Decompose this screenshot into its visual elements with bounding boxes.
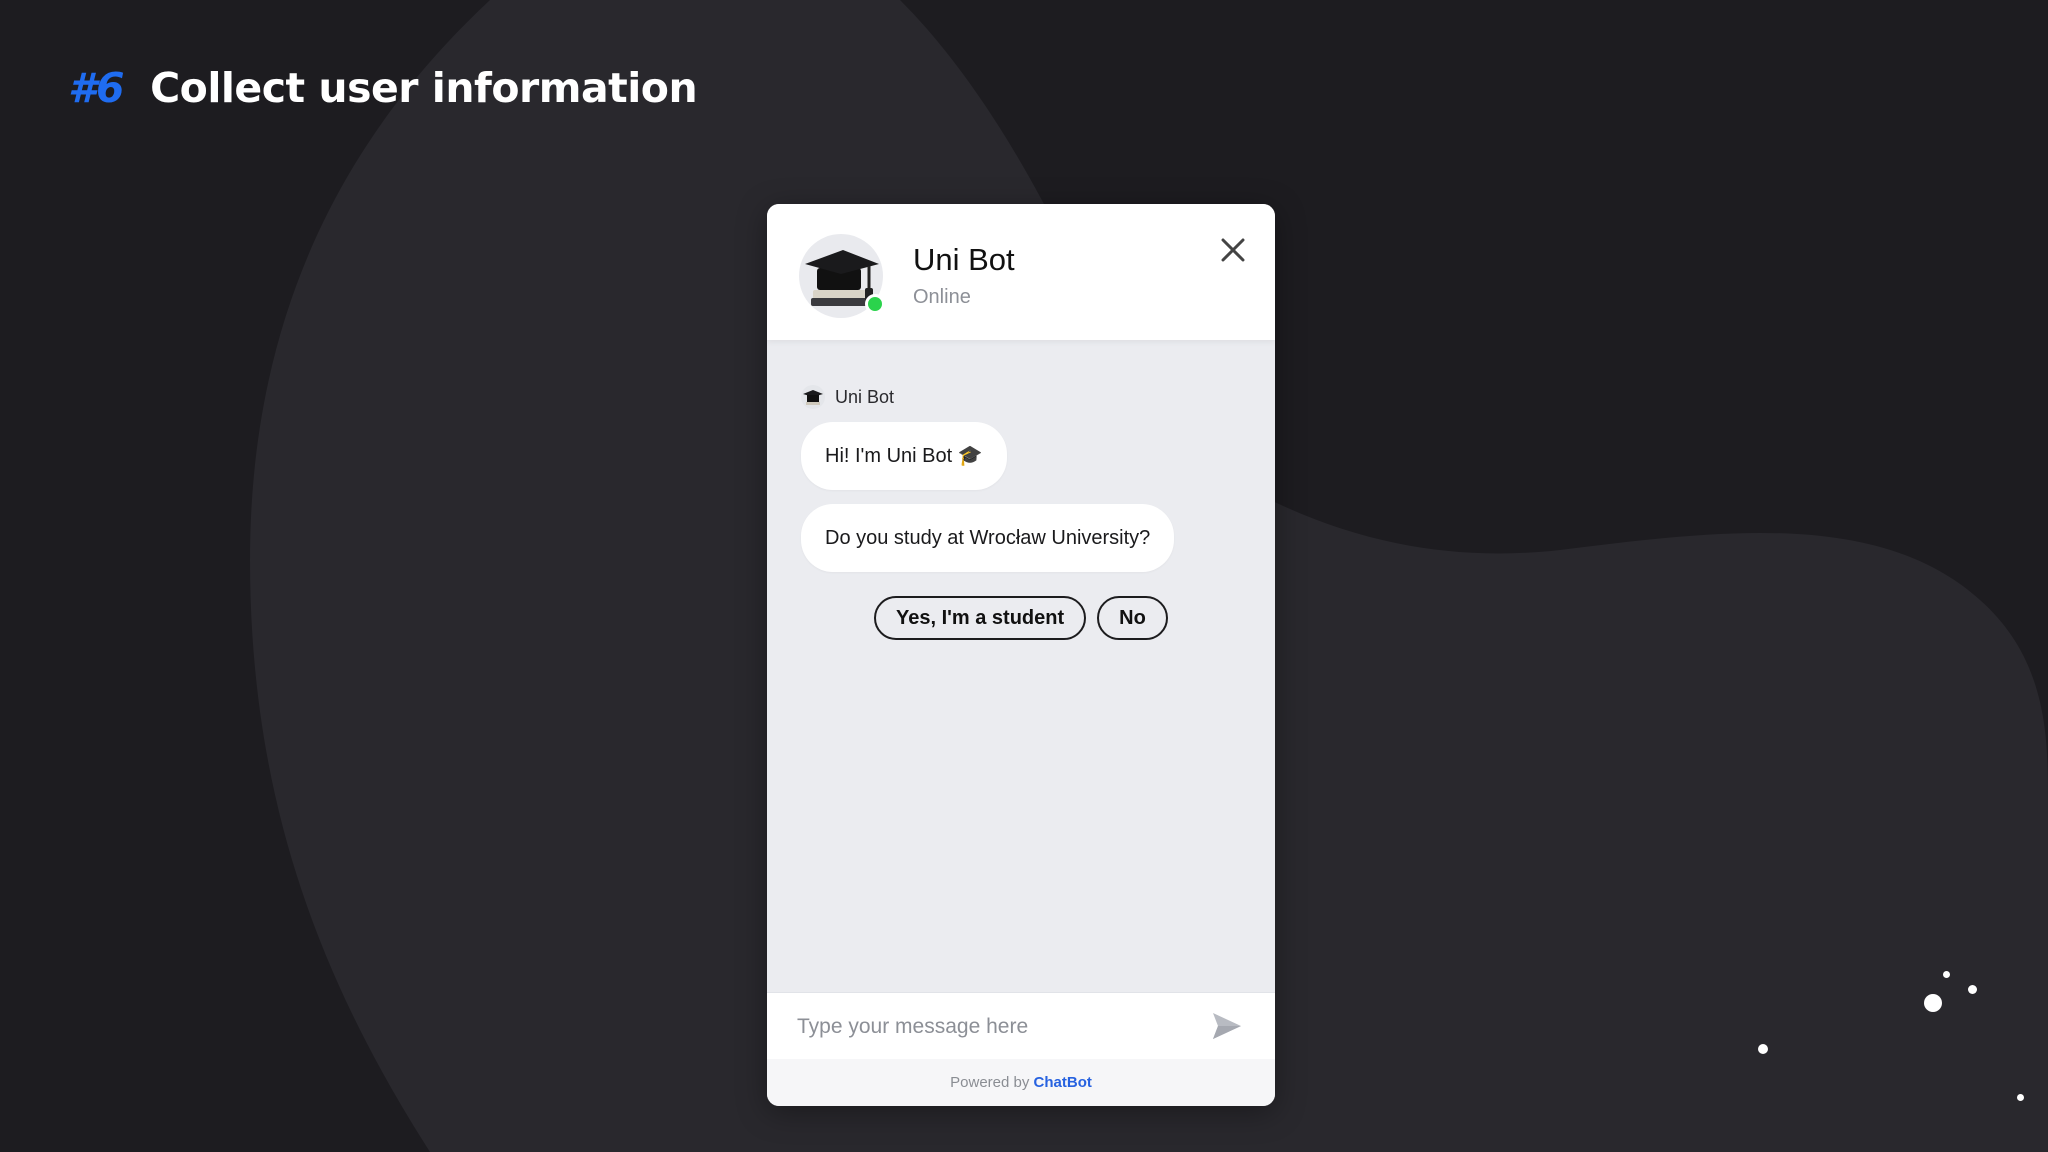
graduation-cap-small-icon xyxy=(803,390,823,405)
chat-header: Uni Bot Online xyxy=(767,204,1275,340)
sender-avatar xyxy=(801,385,825,409)
footer-brand-link[interactable]: ChatBot xyxy=(1034,1074,1092,1091)
sender-name: Uni Bot xyxy=(835,386,895,407)
slide-number: #6 xyxy=(68,64,125,112)
footer-prefix: Powered by xyxy=(950,1074,1030,1091)
decorative-dot xyxy=(2017,1094,2024,1101)
quick-replies: Yes, I'm a student No xyxy=(874,596,1168,640)
slide-title-text: Collect user information xyxy=(150,64,698,112)
quick-reply-yes-button[interactable]: Yes, I'm a student xyxy=(874,596,1087,640)
bot-message: Hi! I'm Uni Bot 🎓 xyxy=(801,422,1007,490)
decorative-dot xyxy=(1943,971,1950,978)
send-icon xyxy=(1213,1013,1241,1039)
bot-status: Online xyxy=(913,286,971,308)
decorative-dot xyxy=(1758,1044,1768,1054)
decorative-dot xyxy=(1924,994,1942,1012)
send-button[interactable] xyxy=(1211,1011,1243,1041)
close-icon xyxy=(1221,238,1245,262)
quick-reply-no-button[interactable]: No xyxy=(1097,596,1168,640)
online-status-dot xyxy=(865,294,885,314)
message-input[interactable] xyxy=(795,1005,1199,1049)
slide-title: #6 Collect user information xyxy=(68,64,698,112)
bot-message: Do you study at Wrocław University? xyxy=(801,504,1175,572)
message-composer xyxy=(767,992,1275,1059)
message-sender: Uni Bot xyxy=(801,384,894,410)
bot-name: Uni Bot xyxy=(913,242,1015,277)
chat-widget: Uni Bot Online Uni Bot Hi! I'm Uni Bot 🎓… xyxy=(767,204,1275,1106)
decorative-dot xyxy=(1968,985,1977,994)
powered-by-footer: Powered by ChatBot xyxy=(767,1059,1275,1106)
close-button[interactable] xyxy=(1215,232,1251,268)
